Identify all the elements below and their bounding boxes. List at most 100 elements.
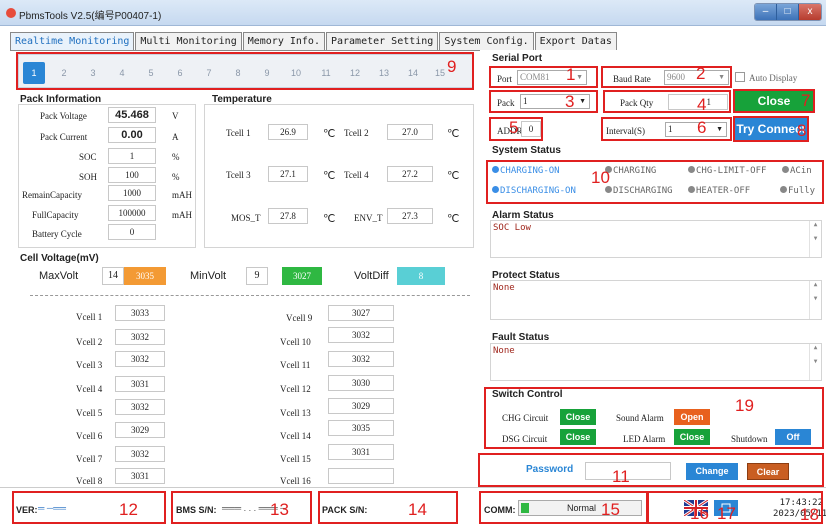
interval-select[interactable]: 1 ▼ — [665, 122, 727, 137]
vcell-label: Vcell 11 — [280, 360, 311, 370]
vcell-value: 3032 — [115, 329, 165, 345]
max-volt-value: 3035 — [124, 267, 166, 285]
auto-display-checkbox[interactable] — [735, 72, 745, 82]
port-select[interactable]: COM81 ▼ — [517, 70, 587, 85]
pack-voltage-value: 45.468 — [108, 107, 156, 123]
vcell-value: 3032 — [115, 446, 165, 462]
vcell-value: 3029 — [115, 422, 165, 438]
pack-button-2[interactable]: 2 — [53, 62, 75, 84]
status-dot-icon — [492, 186, 499, 193]
tab-parameter-setting[interactable]: Parameter Setting — [325, 32, 439, 50]
pack-button-11[interactable]: 11 — [315, 62, 337, 84]
annotation-label-8: 8 — [797, 121, 807, 140]
annotation-label-11: 11 — [612, 467, 630, 486]
pack-button-14[interactable]: 14 — [402, 62, 424, 84]
tcell3-value: 27.1 — [268, 166, 308, 182]
soc-unit: % — [172, 152, 180, 162]
pack-qty-label: Pack Qty — [620, 98, 654, 108]
annotation-label-16: 16 — [690, 504, 709, 523]
close-window-button[interactable]: x — [799, 4, 821, 20]
mos-t-unit: ℃ — [323, 213, 336, 225]
maximize-button[interactable]: □ — [777, 4, 799, 20]
addr-input[interactable]: 0 — [521, 121, 541, 137]
max-volt-label: MaxVolt — [39, 270, 79, 282]
chevron-down-icon: ▼ — [576, 73, 583, 81]
max-volt-index: 14 — [102, 267, 124, 285]
vcell-value: 3033 — [115, 305, 165, 321]
mos-t-value: 27.8 — [268, 208, 308, 224]
chevron-down-icon: ▼ — [579, 97, 586, 105]
ver-value: ═ ─══ — [38, 503, 67, 513]
status-dot-icon — [782, 166, 789, 173]
status-text: Fully — [788, 186, 816, 196]
system-status-title: System Status — [492, 145, 561, 156]
led-alarm-button[interactable]: Close — [674, 429, 710, 445]
sound-alarm-button[interactable]: Open — [674, 409, 710, 425]
dsg-circuit-button[interactable]: Close — [560, 429, 596, 445]
status-text: DISCHARGING — [613, 186, 673, 196]
clear-password-button[interactable]: Clear — [747, 463, 789, 480]
vcell-label: Vcell 7 — [76, 454, 103, 464]
mos-t-label: MOS_T — [231, 213, 261, 223]
pack-select[interactable]: 1 ▼ — [520, 94, 590, 109]
annotation-label-5: 5 — [509, 118, 519, 137]
footer-divider — [0, 487, 826, 488]
vcell-label: Vcell 1 — [76, 312, 103, 322]
tab-export-datas[interactable]: Export Datas — [534, 32, 617, 50]
tcell4-value: 27.2 — [387, 166, 433, 182]
pack-button-6[interactable]: 6 — [169, 62, 191, 84]
remain-capacity-unit: mAH — [172, 190, 192, 200]
pack-button-1[interactable]: 1 — [23, 62, 45, 84]
remain-capacity-value: 1000 — [108, 185, 156, 201]
pack-button-9[interactable]: 9 — [256, 62, 278, 84]
status-text: DISCHARGING-ON — [500, 186, 576, 196]
tab-multi-monitoring[interactable]: Multi Monitoring — [135, 32, 242, 50]
tcell4-label: Tcell 4 — [344, 170, 369, 180]
tab-memory-info[interactable]: Memory Info. — [242, 32, 325, 50]
fault-status-value: None — [493, 346, 515, 356]
soh-label: SOH — [79, 172, 98, 182]
pack-button-12[interactable]: 12 — [344, 62, 366, 84]
pack-button-13[interactable]: 13 — [373, 62, 395, 84]
annotation-label-14: 14 — [408, 500, 427, 519]
pack-button-7[interactable]: 7 — [198, 62, 220, 84]
sound-alarm-label: Sound Alarm — [616, 413, 664, 423]
pack-select-value: 1 — [523, 96, 528, 106]
pack-button-5[interactable]: 5 — [140, 62, 162, 84]
min-volt-value: 3027 — [282, 267, 322, 285]
interval-value: 1 — [668, 124, 673, 134]
tcell3-label: Tcell 3 — [226, 170, 251, 180]
vcell-label: Vcell 5 — [76, 408, 103, 418]
pack-button-4[interactable]: 4 — [111, 62, 133, 84]
annotation-label-13: 13 — [270, 500, 289, 519]
soc-label: SOC — [79, 152, 97, 162]
shutdown-button[interactable]: Off — [775, 429, 811, 445]
annotation-label-3: 3 — [565, 92, 575, 111]
min-volt-index: 9 — [246, 267, 268, 285]
chg-circuit-button[interactable]: Close — [560, 409, 596, 425]
comm-status-text: Normal — [567, 503, 597, 513]
vcell-value: 3030 — [328, 375, 394, 391]
scrollbar[interactable]: ▲ ▼ — [809, 221, 821, 257]
comm-label: COMM: — [484, 505, 516, 515]
annotation-label-17: 17 — [717, 504, 736, 523]
pack-button-10[interactable]: 10 — [285, 62, 307, 84]
pack-voltage-unit: V — [172, 111, 179, 121]
pack-button-8[interactable]: 8 — [227, 62, 249, 84]
pack-button-3[interactable]: 3 — [82, 62, 104, 84]
tab-system-config[interactable]: System Config. — [439, 32, 534, 50]
annotation-label-19: 19 — [735, 396, 754, 415]
remain-capacity-label: RemainCapacity — [22, 190, 82, 200]
comm-status-bar: Normal — [518, 500, 642, 516]
pack-label: Pack — [497, 98, 515, 108]
vcell-value: 3027 — [328, 305, 394, 321]
scrollbar[interactable]: ▲ ▼ — [809, 344, 821, 380]
change-password-button[interactable]: Change — [686, 463, 738, 480]
switch-control-title: Switch Control — [492, 389, 563, 400]
minimize-button[interactable]: – — [755, 4, 777, 20]
chevron-down-icon: ▼ — [718, 73, 725, 81]
tab-realtime-monitoring[interactable]: Realtime Monitoring — [10, 32, 135, 50]
status-text: CHARGING-ON — [500, 166, 560, 176]
vcell-value: 3031 — [115, 376, 165, 392]
scrollbar[interactable]: ▲ ▼ — [809, 281, 821, 319]
